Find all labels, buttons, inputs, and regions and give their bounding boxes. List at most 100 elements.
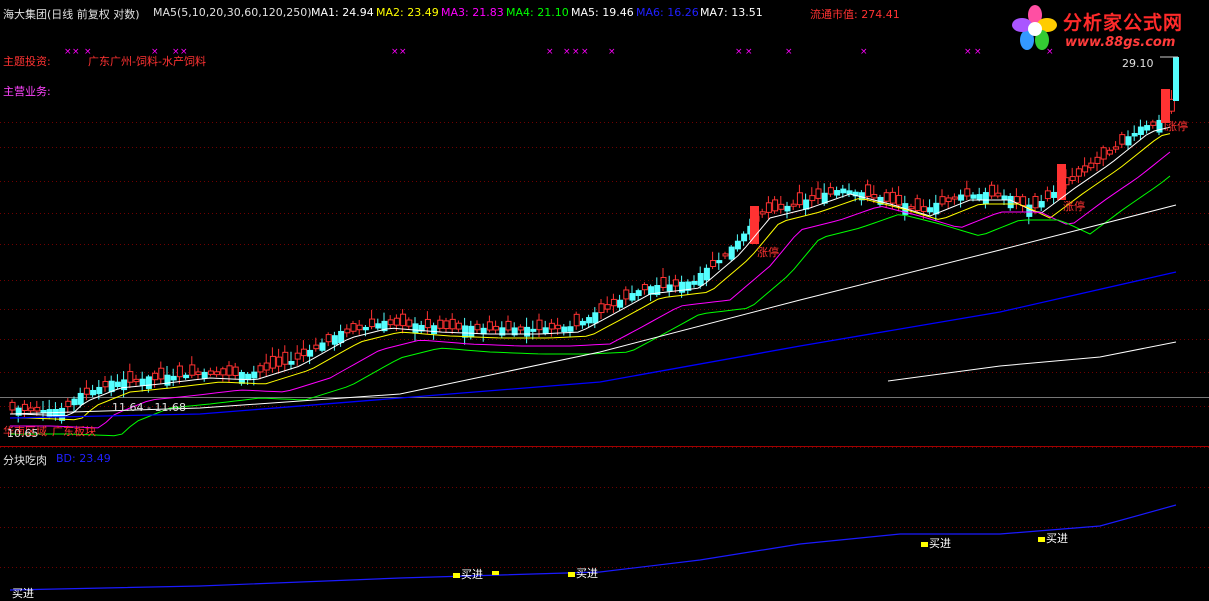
marker-icon: × <box>391 47 399 57</box>
candle-body <box>1001 195 1008 200</box>
candle-body <box>201 371 208 379</box>
candle-body <box>672 279 679 287</box>
candle-body <box>1075 168 1082 177</box>
candle-body <box>288 360 295 365</box>
candle-body <box>1119 134 1126 145</box>
candle-body <box>176 365 183 378</box>
candle-body <box>493 325 500 331</box>
candle-body <box>945 197 952 203</box>
candle-body <box>307 349 314 357</box>
marker-icon: × <box>72 47 80 57</box>
candle-body <box>1044 190 1051 200</box>
candle-body <box>840 188 847 194</box>
stock-title: 海大集团(日线 前复权 对数) <box>3 8 140 21</box>
buy-signal: 买进 <box>453 566 483 582</box>
business-label: 主营业务: <box>3 85 51 98</box>
candle-body <box>790 203 797 207</box>
marker-icon: × <box>581 47 589 57</box>
candle-body <box>920 206 927 212</box>
candle-body <box>573 313 580 327</box>
candle-body <box>889 191 896 204</box>
candle-body <box>778 203 785 210</box>
market-cap: 流通市值: 274.41 <box>810 8 900 21</box>
logo-name: 分析家公式网 <box>1063 12 1184 34</box>
candle-body <box>83 387 90 395</box>
buy-signal-label: 买进 <box>461 568 483 581</box>
marker-icon: × <box>608 47 616 57</box>
marker-icon: × <box>399 47 407 57</box>
candle-body <box>344 328 351 334</box>
ma3-value: MA3: 21.83 <box>441 6 504 19</box>
candle-body <box>34 406 41 412</box>
candle-body <box>468 325 475 338</box>
candle-body <box>976 194 983 200</box>
signal-marker-icon <box>568 571 575 577</box>
candle-body <box>480 327 487 335</box>
candle-body <box>1137 126 1144 135</box>
candle-body <box>1026 204 1033 217</box>
marker-icon: × <box>572 47 580 57</box>
candle-body <box>238 372 245 384</box>
candle-body <box>406 319 413 327</box>
candle-body <box>716 260 723 264</box>
marker-icon: × <box>745 47 753 57</box>
candle-body <box>617 299 624 308</box>
candle-body <box>567 326 574 332</box>
buy-signal: 买进 <box>568 565 598 581</box>
candle-body <box>728 246 735 260</box>
candle-body <box>815 188 822 199</box>
candle-body <box>1100 147 1107 160</box>
candle-body <box>108 380 115 393</box>
candle-body <box>331 335 338 345</box>
candle-body <box>958 194 965 201</box>
candle-body <box>827 187 834 195</box>
candle-body <box>809 195 816 202</box>
candle-body <box>226 365 233 376</box>
candle-body <box>251 371 258 379</box>
candle-body <box>400 313 407 327</box>
marker-icon: × <box>546 47 554 57</box>
candle-body <box>939 196 946 205</box>
candle-body <box>96 386 103 395</box>
candle-body <box>635 290 642 296</box>
flower-logo-icon <box>1012 5 1057 50</box>
candle-body <box>1082 165 1089 173</box>
candle-body <box>548 322 555 330</box>
candle-body <box>964 188 971 197</box>
candle-body <box>325 334 332 343</box>
candle-body <box>220 368 227 376</box>
candle-body <box>276 356 283 367</box>
candle-body <box>1013 196 1020 204</box>
kline-chart[interactable]: × × × × × × × × × × × × × × × × × × × × <box>0 0 1209 594</box>
candle-body <box>1125 136 1132 146</box>
candle-body <box>722 253 729 257</box>
candle-body <box>765 202 772 213</box>
candle-body <box>759 211 766 215</box>
candle-body <box>127 371 134 383</box>
candle-body <box>462 325 469 338</box>
candle-body <box>1113 146 1120 150</box>
ma1-value: MA1: 24.94 <box>311 6 374 19</box>
candle-body <box>555 324 562 330</box>
buy-signal-label: 买进 <box>576 567 598 580</box>
candle-body <box>387 319 394 326</box>
candle-body <box>970 194 977 199</box>
low-price-label: 10.65 <box>7 427 39 440</box>
candle-body <box>393 317 400 326</box>
candle-body <box>914 198 921 212</box>
candle-body <box>152 372 159 381</box>
candle-body <box>145 376 152 389</box>
marker-icon: × <box>860 47 868 57</box>
candle-body <box>1007 195 1014 209</box>
ma-params: MA5(5,10,20,30,60,120,250) <box>153 6 312 19</box>
buy-signal-label: 买进 <box>929 537 951 550</box>
candle-body <box>629 293 636 301</box>
candle-body <box>1032 195 1039 209</box>
candle-body <box>1131 133 1138 137</box>
candle-body <box>170 375 177 381</box>
candle-body <box>951 196 958 200</box>
range-label: 11.64 - 11.68 <box>112 401 186 414</box>
ma4-value: MA4: 21.10 <box>506 6 569 19</box>
candle-body <box>989 184 996 197</box>
candle-body <box>561 326 568 333</box>
